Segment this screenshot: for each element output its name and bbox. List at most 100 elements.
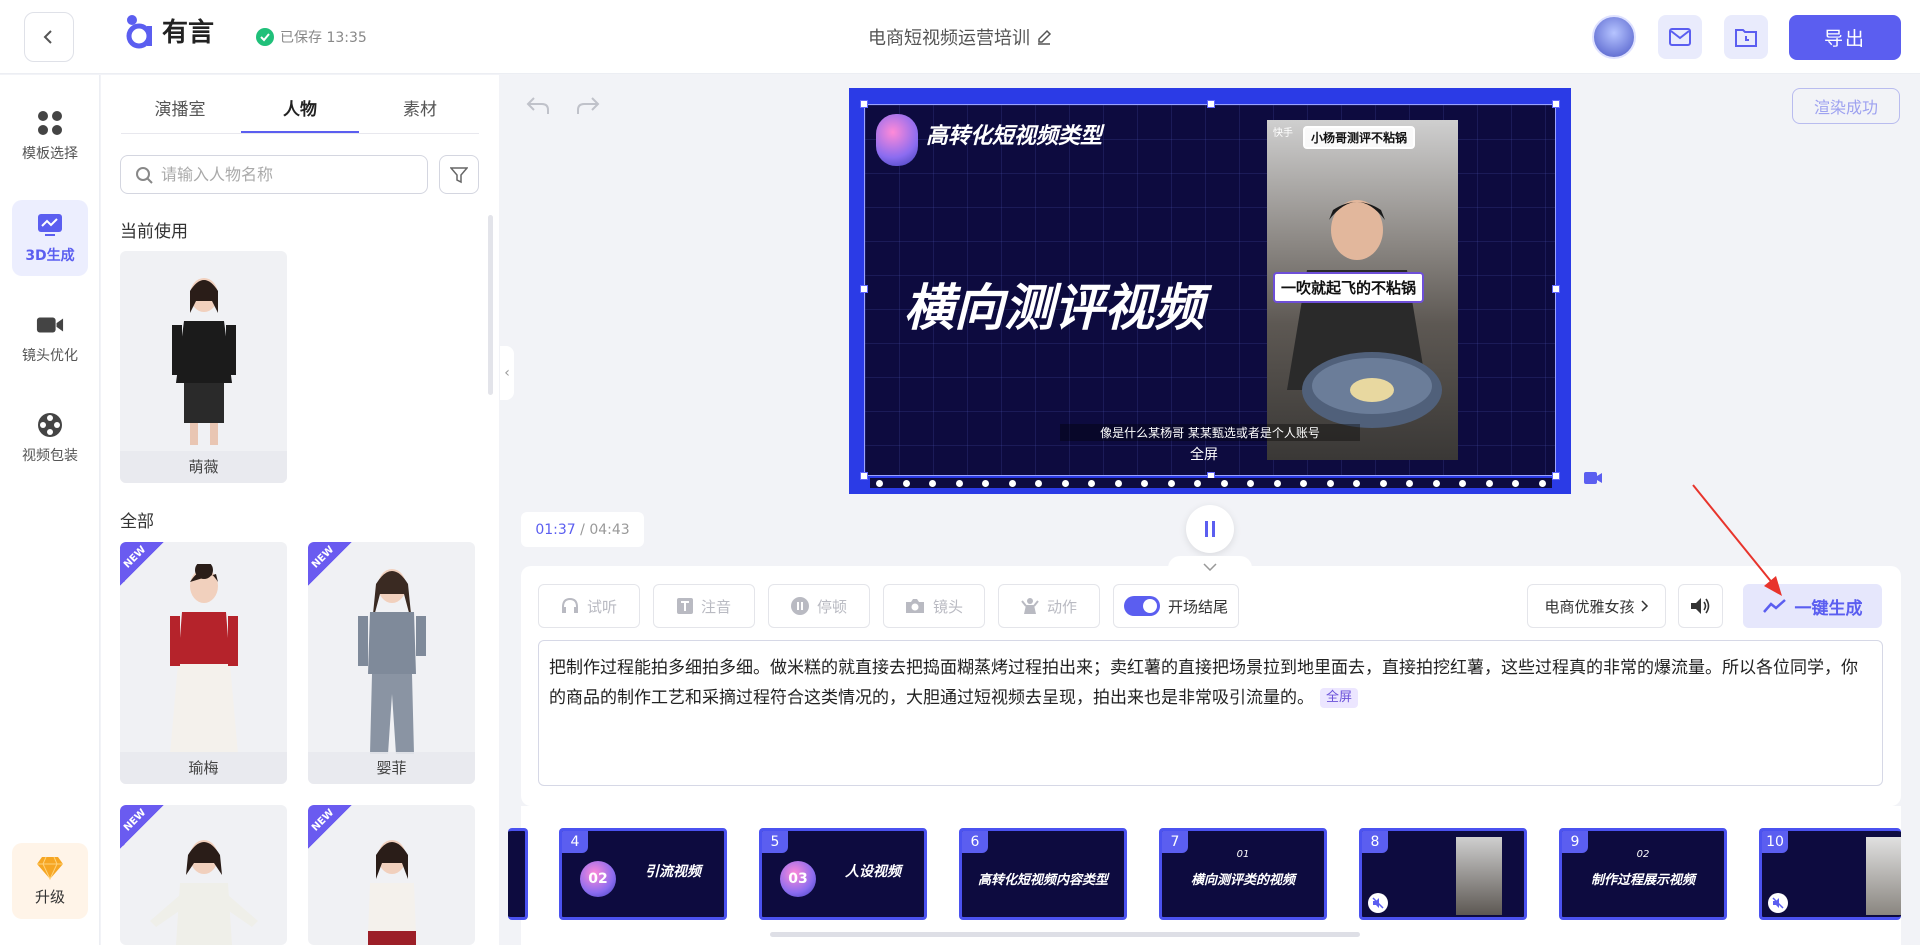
pause-icon [1205,521,1215,537]
tool-camera[interactable]: 镜头 [883,584,985,628]
new-badge: NEW [120,542,164,586]
filmstrip-scrollbar[interactable] [770,932,1360,937]
export-button[interactable]: 导出 [1789,15,1901,60]
nav-camera-optimize[interactable]: 镜头优化 [12,300,88,376]
slide-title: 制作过程展示视频 [1590,873,1695,888]
resize-handle[interactable] [860,285,868,293]
filter-icon [450,166,468,183]
camera-icon [36,311,64,339]
search-icon [136,166,153,184]
resize-handle[interactable] [1552,285,1560,293]
slide-thumbnail[interactable]: 5 03 人设视频 [759,828,927,920]
new-badge: NEW [308,805,352,849]
slide-number: 8 [1362,831,1388,853]
resize-handle[interactable] [1552,100,1560,108]
slide-thumbnail[interactable]: 9 02 制作过程展示视频 [1559,828,1727,920]
mail-icon [1669,28,1691,46]
timeline-dot [1035,479,1043,487]
slide-thumbnail[interactable]: 10 [1759,828,1901,920]
pause-button[interactable] [1186,505,1234,553]
history-button[interactable] [1724,15,1768,59]
character-card[interactable]: NEW 婴菲 [308,542,475,784]
resize-handle[interactable] [860,472,868,480]
tool-pause[interactable]: 停顿 [768,584,870,628]
tool-label: 停顿 [816,597,847,616]
nav-video-package[interactable]: 视频包装 [12,400,88,476]
slide-thumbnail[interactable]: 7 01 横向测评类的视频 [1159,828,1327,920]
upgrade-button[interactable]: 升级 [12,843,88,919]
toggle-switch[interactable] [1123,596,1160,616]
nav-label: 镜头优化 [22,348,78,364]
resize-handle[interactable] [1552,472,1560,480]
messages-button[interactable] [1658,15,1702,59]
chart-icon [36,211,64,239]
user-avatar[interactable] [1592,15,1636,59]
tool-action[interactable]: 动作 [998,584,1100,628]
intro-outro-toggle[interactable]: 开场结尾 [1113,584,1239,628]
tab-materials[interactable]: 素材 [360,95,480,131]
chevron-down-icon [1203,563,1217,571]
slide-thumbnail-partial[interactable] [508,828,528,920]
render-status-button[interactable]: 渲染成功 [1792,88,1900,124]
generate-label: 一键生成 [1794,598,1863,619]
timeline-dot [1432,479,1440,487]
character-name: 婴菲 [308,752,475,784]
slide-title: 人设视频 [845,864,901,880]
filter-button[interactable] [439,155,479,194]
character-card[interactable]: NEW 瑜梅 [120,542,287,784]
panel-scrollbar[interactable] [488,215,493,395]
tool-label: 镜头 [932,597,963,616]
tab-characters[interactable]: 人物 [240,95,360,131]
slide-title: 高转化短视频类型 [926,124,1103,149]
slide-thumbnail[interactable]: 8 [1359,828,1527,920]
timeline-dot [1512,479,1520,487]
tool-preview-listen[interactable]: 试听 [538,584,640,628]
slide-main-text: 横向测评视频 [904,279,1204,337]
video-clip[interactable]: 快手 小杨哥测评不粘锅 一吹就起飞的不粘锅 [1267,120,1458,460]
nav-label: 视频包装 [22,448,78,464]
grid-icon [36,109,64,137]
character-search[interactable] [120,155,428,194]
timeline-dot [1220,479,1228,487]
nav-template-select[interactable]: 模板选择 [12,98,88,174]
collapse-panel-handle[interactable]: ‹ [500,346,514,400]
tool-label: 开场结尾 [1167,597,1228,616]
tool-phonetic[interactable]: 注音 [653,584,755,628]
undo-icon [526,97,549,114]
pause-circle-icon [790,597,809,615]
resize-handle[interactable] [860,100,868,108]
mute-icon[interactable] [1368,893,1388,913]
slide-video-preview [1866,837,1901,915]
voice-select-button[interactable]: 电商优雅女孩 [1527,584,1666,628]
character-card[interactable]: NEW [120,805,287,945]
pencil-icon[interactable] [1036,29,1052,45]
tab-studio[interactable]: 演播室 [120,95,240,131]
slide-thumbnail[interactable]: 4 02 引流视频 [559,828,727,920]
folder-clock-icon [1735,29,1757,47]
video-subtitle: 像是什么某杨哥 某某甄选或者是个人账号 [1060,424,1360,441]
video-camera-icon [1584,472,1602,484]
search-input[interactable] [161,165,401,184]
fold-editor-tab[interactable] [1168,556,1252,578]
character-card-current[interactable]: 萌薇 [120,251,287,483]
mute-icon[interactable] [1768,893,1788,913]
slide-thumbnail[interactable]: 6 高转化短视频内容类型 [959,828,1127,920]
slide-title: 引流视频 [645,864,701,880]
document-title-text[interactable]: 电商短视频运营培训 [868,24,1030,50]
person-icon [1021,598,1039,614]
camera-toggle-button[interactable] [1583,470,1603,489]
slide-number: 5 [762,831,788,853]
active-tab-indicator [241,131,359,133]
nav-3d-generate[interactable]: 3D生成 [12,200,88,276]
character-card[interactable]: NEW [308,805,475,945]
slide-badge: 01 [1236,849,1250,860]
resize-handle[interactable] [1207,100,1215,108]
character-figure [171,278,236,445]
fullscreen-tag[interactable]: 全屏 [1320,688,1359,708]
redo-button[interactable] [576,96,600,120]
timeline-dot [1353,479,1361,487]
timeline-dot [1061,479,1069,487]
fullscreen-label: 全屏 [1190,447,1218,463]
undo-button[interactable] [526,96,550,120]
script-textarea[interactable]: 把制作过程能拍多细拍多细。做米糕的就直接去把捣面糊蒸烤过程拍出来；卖红薯的直接把… [538,640,1883,786]
